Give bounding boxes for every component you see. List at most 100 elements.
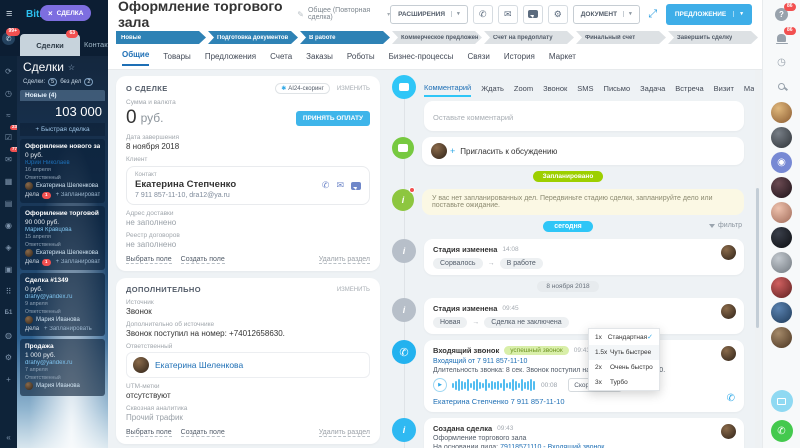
timeline-scrollbar[interactable] bbox=[755, 70, 760, 448]
document-button[interactable]: ДОКУМЕНТ ▾ bbox=[573, 5, 640, 24]
help-icon[interactable]: ?86 bbox=[774, 6, 790, 22]
speed-option-3x[interactable]: 3x Турбо bbox=[589, 375, 659, 390]
deal-card[interactable]: Оформление нового зала 0 руб. Юрий Никол… bbox=[20, 139, 105, 203]
drive-icon[interactable]: ▤ bbox=[2, 192, 15, 214]
edit-section-link[interactable]: ИЗМЕНИТЬ bbox=[337, 287, 370, 293]
responsible-name[interactable]: Екатерина Шеленкова bbox=[155, 360, 243, 370]
action-call[interactable]: Звонок bbox=[543, 84, 567, 96]
action-zoom[interactable]: Zoom bbox=[514, 84, 533, 96]
action-comment[interactable]: Комментарий bbox=[424, 83, 471, 97]
source-value[interactable]: Звонок bbox=[126, 307, 370, 316]
settings-icon[interactable]: ⚙ bbox=[2, 346, 15, 368]
add-icon[interactable]: + bbox=[2, 368, 15, 390]
chevron-down-icon[interactable]: ▾ bbox=[623, 11, 632, 17]
call-from-link[interactable]: Входящий от 7 911 857-11-10 bbox=[433, 358, 735, 365]
delete-section-link[interactable]: Удалить раздел bbox=[319, 429, 370, 437]
window-tab-deals[interactable]: Сделки 63 bbox=[20, 34, 80, 56]
contact-card[interactable]: Контакт Екатерина Степченко 7 911 857-11… bbox=[126, 166, 370, 205]
proposal-button[interactable]: ПРЕДЛОЖЕНИЕ ▾ bbox=[666, 4, 752, 25]
contact-name[interactable]: Екатерина Степченко bbox=[135, 179, 236, 190]
refresh-icon[interactable]: ⟳ bbox=[2, 60, 15, 82]
groups-icon[interactable]: ◉ bbox=[2, 214, 15, 236]
chat-contact-icon[interactable] bbox=[351, 182, 361, 190]
deal-card[interactable]: Оформление торговой точки 90 000 руб. Ма… bbox=[20, 206, 105, 270]
quick-deal-button[interactable]: + Быстрая сделка bbox=[20, 123, 105, 136]
deals-filter-row[interactable]: Сделки: 5 без дел 2 bbox=[17, 76, 108, 90]
tab-links[interactable]: Связи bbox=[467, 52, 489, 66]
tab-business-processes[interactable]: Бизнес-процессы bbox=[389, 52, 454, 66]
stage-docs[interactable]: Подготовка документов bbox=[208, 31, 298, 44]
invite-to-discussion[interactable]: + Пригласить к обсуждению bbox=[422, 137, 744, 165]
tab-market[interactable]: Маркет bbox=[549, 52, 576, 66]
tab-products[interactable]: Товары bbox=[163, 52, 191, 66]
hamburger-menu-icon[interactable]: ≡ bbox=[6, 8, 12, 20]
action-letter[interactable]: Письмо bbox=[604, 84, 631, 96]
stage-close-deal[interactable]: Завершить сделку bbox=[668, 31, 758, 44]
select-field-link[interactable]: Выбрать поле bbox=[126, 256, 172, 264]
speed-option-1x[interactable]: 1x Стандартная ✓ bbox=[589, 329, 659, 345]
tab-robots[interactable]: Роботы bbox=[347, 52, 375, 66]
search-section-tag[interactable]: × СДЕЛКА bbox=[40, 5, 91, 21]
chat-avatar[interactable] bbox=[771, 102, 792, 123]
close-date-value[interactable]: 8 ноября 2018 bbox=[126, 142, 370, 151]
speed-option-15x[interactable]: 1.5x Чуть быстрее bbox=[589, 345, 659, 360]
stage-final-invoice[interactable]: Финальный счет bbox=[576, 31, 666, 44]
tab-invoices[interactable]: Счета bbox=[270, 52, 292, 66]
delete-section-link[interactable]: Удалить раздел bbox=[319, 256, 370, 264]
comment-input-card[interactable] bbox=[424, 101, 744, 131]
pulse-icon[interactable]: ≈ bbox=[2, 104, 15, 126]
tab-history[interactable]: История bbox=[504, 52, 535, 66]
call-contact-link[interactable]: Екатерина Степченко 7 911 857-11-10 bbox=[433, 397, 735, 406]
b1-icon[interactable]: Б1 bbox=[2, 302, 15, 324]
settings-button[interactable]: ⚙ bbox=[548, 5, 568, 24]
tab-general[interactable]: Общие bbox=[122, 50, 149, 66]
lead-link[interactable]: 79118571110 - Входящий звонок bbox=[500, 444, 604, 448]
chat-avatar[interactable] bbox=[771, 202, 792, 223]
action-visit[interactable]: Визит bbox=[714, 84, 734, 96]
sites-icon[interactable]: ◍ bbox=[2, 324, 15, 346]
scrollbar-thumb[interactable] bbox=[756, 188, 759, 328]
chat-avatar[interactable] bbox=[771, 327, 792, 348]
window-tab-contacts[interactable]: Контакты bbox=[84, 40, 108, 49]
deal-created-card[interactable]: Создана сделка09:43 Оформление торгового… bbox=[424, 418, 744, 448]
tab-orders[interactable]: Заказы bbox=[306, 52, 333, 66]
play-icon[interactable]: ▶ bbox=[433, 378, 447, 392]
call-waveform[interactable] bbox=[452, 379, 536, 392]
stage-change-card[interactable]: Стадия изменена09:45 Новая → Сделка не з… bbox=[424, 298, 744, 334]
action-sms[interactable]: SMS bbox=[577, 84, 593, 96]
callback-icon[interactable]: ✆ bbox=[727, 393, 735, 404]
call-button[interactable]: ✆ bbox=[473, 5, 493, 24]
marketplace-icon[interactable]: ▣ bbox=[2, 258, 15, 280]
chat-avatar[interactable] bbox=[771, 252, 792, 273]
chevron-down-icon[interactable]: ▾ bbox=[733, 11, 743, 17]
call-contact-icon[interactable]: ✆ bbox=[322, 180, 330, 191]
chat-avatar[interactable] bbox=[771, 302, 792, 323]
address-value[interactable]: не заполнено bbox=[126, 218, 370, 227]
accept-payment-button[interactable]: ПРИНЯТЬ ОПЛАТУ bbox=[296, 111, 370, 126]
analytics-value[interactable]: Прочий трафик bbox=[126, 413, 370, 422]
email-contact-icon[interactable]: ✉ bbox=[336, 180, 344, 191]
create-field-link[interactable]: Создать поле bbox=[181, 256, 225, 264]
screen-share-button[interactable] bbox=[771, 390, 793, 412]
chat-avatar[interactable] bbox=[771, 227, 792, 248]
telephony-icon[interactable]: ✆ 99+ bbox=[2, 32, 15, 45]
chat-avatar[interactable] bbox=[771, 177, 792, 198]
action-meeting[interactable]: Встреча bbox=[675, 84, 703, 96]
speed-option-2x[interactable]: 2x Очень быстро bbox=[589, 360, 659, 375]
action-wait[interactable]: Ждать bbox=[481, 84, 504, 96]
collapse-icon[interactable]: « bbox=[2, 426, 15, 448]
deal-category-selector[interactable]: Общее (Повторная сделка) bbox=[308, 7, 385, 21]
timeline-filter[interactable]: фильтр bbox=[709, 222, 742, 229]
stage-new[interactable]: Новые bbox=[116, 31, 206, 44]
crm-icon[interactable]: ◈ bbox=[2, 236, 15, 258]
search-icon[interactable] bbox=[774, 78, 790, 94]
close-icon[interactable]: × bbox=[48, 9, 53, 18]
create-field-link[interactable]: Создать поле bbox=[181, 429, 225, 437]
chat-button[interactable] bbox=[523, 5, 543, 24]
tab-offers[interactable]: Предложения bbox=[205, 52, 256, 66]
stage-commercial-offer[interactable]: Коммерческое предложение bbox=[392, 31, 482, 44]
stage-prepayment-invoice[interactable]: Счет на предоплату bbox=[484, 31, 574, 44]
stage-in-progress[interactable]: В работе bbox=[300, 31, 390, 44]
calendar-icon[interactable]: ▦ bbox=[2, 170, 15, 192]
deal-card[interactable]: Сделка #1349 0 руб. drahy@yandex.ru 9 ап… bbox=[20, 273, 105, 336]
